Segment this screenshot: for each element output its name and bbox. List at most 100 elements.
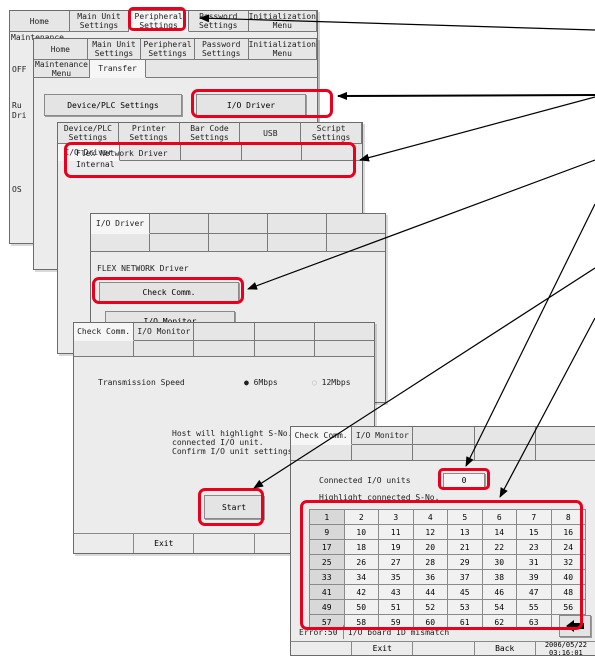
bottom-empty — [413, 641, 475, 655]
unit-cell: 15 — [516, 524, 552, 540]
unit-cell: 3 — [378, 509, 414, 525]
tab-password-settings[interactable]: Password Settings — [188, 11, 249, 32]
unit-cell: 25 — [309, 554, 345, 570]
driver-heading: FLEX NETWORK Driver — [97, 264, 189, 273]
unit-grid-row: 17 18 19 20 21 22 23 24 — [309, 539, 586, 555]
unit-cell: 39 — [516, 569, 552, 585]
io-driver-button[interactable]: I/O Driver — [196, 94, 306, 116]
tab-empty — [241, 144, 303, 161]
unit-cell: 40 — [550, 569, 586, 585]
error-divider — [343, 625, 344, 639]
check-comm-button[interactable]: Check Comm. — [99, 282, 239, 302]
back-arrow-button[interactable] — [559, 615, 591, 637]
tab-empty — [194, 341, 255, 357]
driver-type: Internal — [76, 160, 115, 169]
unit-cell: 54 — [481, 599, 517, 615]
tab-initialization-menu[interactable]: Initialization Menu — [248, 11, 317, 32]
tab-empty — [327, 214, 385, 234]
tab-empty — [268, 234, 327, 252]
tab-empty — [314, 341, 374, 357]
highlight-connected-label: Highlight connected S-No. — [319, 493, 440, 502]
tab-device-plc-settings[interactable]: Device/PLC Settings — [58, 123, 119, 144]
unit-cell: 23 — [516, 539, 552, 555]
tab-empty — [180, 144, 242, 161]
connected-units-value: 0 — [443, 473, 485, 488]
unit-cell: 20 — [412, 539, 448, 555]
side-label-os: OS — [12, 185, 22, 194]
tab-maintenance-menu[interactable]: Maintenance Menu — [34, 60, 90, 78]
radio-selected-icon[interactable]: ● — [244, 378, 249, 387]
tab-main-unit-settings[interactable]: Main Unit Settings — [69, 11, 130, 32]
tab-io-monitor[interactable]: I/O Monitor — [134, 323, 195, 341]
unit-cell: 47 — [516, 584, 552, 600]
unit-cell: 62 — [481, 614, 517, 630]
tab-check-comm[interactable]: Check Comm. — [74, 323, 135, 341]
start-button[interactable]: Start — [204, 495, 264, 519]
tab-empty — [535, 427, 595, 445]
bottom-empty — [74, 533, 135, 553]
tab-empty — [254, 341, 315, 357]
error-message: I/O board ID mismatch — [348, 628, 450, 637]
error-code: Error:50 — [299, 628, 338, 637]
tab-check-comm[interactable]: Check Comm. — [291, 427, 353, 445]
tab-peripheral-settings[interactable]: Peripheral Settings — [129, 11, 189, 32]
tab-io-monitor[interactable]: I/O Monitor — [352, 427, 414, 445]
connected-units-label: Connected I/O units — [319, 476, 411, 485]
tab-empty — [194, 323, 255, 341]
unit-grid-row: 9 10 11 12 13 14 15 16 — [309, 524, 586, 540]
exit-button[interactable]: Exit — [134, 533, 195, 553]
unit-cell: 41 — [309, 584, 345, 600]
tab-script-settings[interactable]: Script Settings — [301, 123, 362, 144]
tab-io-driver[interactable]: I/O Driver — [91, 214, 150, 234]
side-label-dri: Dri — [12, 111, 27, 120]
tab-main-unit-settings[interactable]: Main Unit Settings — [87, 39, 142, 60]
tab-usb[interactable]: USB — [240, 123, 302, 144]
tab-home[interactable]: Home — [10, 11, 70, 32]
tab-empty — [150, 214, 209, 234]
unit-cell: 30 — [481, 554, 517, 570]
exit-button[interactable]: Exit — [352, 641, 414, 655]
unit-cell: 38 — [481, 569, 517, 585]
unit-cell: 46 — [481, 584, 517, 600]
bottom-empty — [291, 641, 353, 655]
unit-cell: 61 — [447, 614, 483, 630]
unit-cell: 32 — [550, 554, 586, 570]
unit-cell: 49 — [309, 599, 345, 615]
back-button[interactable]: Back — [474, 641, 536, 655]
screen-check-comm-result: Check Comm. I/O Monitor Connected I/O un… — [290, 426, 595, 656]
unit-cell: 11 — [378, 524, 414, 540]
speed-option-12mbps[interactable]: ○ 12Mbps — [312, 378, 351, 387]
tab-empty — [474, 445, 536, 461]
tab-initialization-menu[interactable]: Initialization Menu — [248, 39, 317, 60]
unit-cell: 29 — [447, 554, 483, 570]
tab-empty — [254, 323, 315, 341]
unit-cell: 22 — [481, 539, 517, 555]
tab-peripheral-settings[interactable]: Peripheral Settings — [141, 39, 195, 60]
radio-unselected-icon[interactable]: ○ — [312, 378, 317, 387]
tab-empty — [146, 60, 317, 78]
unit-cell: 16 — [550, 524, 586, 540]
tab-transfer[interactable]: Transfer — [90, 60, 146, 78]
unit-cell: 21 — [447, 539, 483, 555]
tab-home[interactable]: Home — [34, 39, 88, 60]
unit-cell: 18 — [343, 539, 379, 555]
speed-option-6mbps[interactable]: ● 6Mbps — [244, 378, 278, 387]
timestamp: 2006/05/22 03:16:01 — [535, 641, 595, 655]
unit-cell: 55 — [516, 599, 552, 615]
unit-cell: 33 — [309, 569, 345, 585]
unit-cell: 56 — [550, 599, 586, 615]
unit-cell: 43 — [378, 584, 414, 600]
message-line-1: Host will highlight S-No. of — [172, 429, 307, 438]
tab-bar-code-settings[interactable]: Bar Code Settings — [179, 123, 241, 144]
unit-cell: 14 — [481, 524, 517, 540]
device-plc-settings-button[interactable]: Device/PLC Settings — [44, 94, 182, 116]
tab-printer-settings[interactable]: Printer Settings — [118, 123, 180, 144]
tab-empty — [91, 234, 150, 252]
unit-cell: 52 — [412, 599, 448, 615]
unit-cell: 44 — [412, 584, 448, 600]
unit-cell: 2 — [343, 509, 379, 525]
driver-name[interactable]: Flex Network Driver — [76, 149, 168, 158]
tab-empty — [150, 234, 209, 252]
unit-cell: 45 — [447, 584, 483, 600]
tab-password-settings[interactable]: Password Settings — [194, 39, 249, 60]
